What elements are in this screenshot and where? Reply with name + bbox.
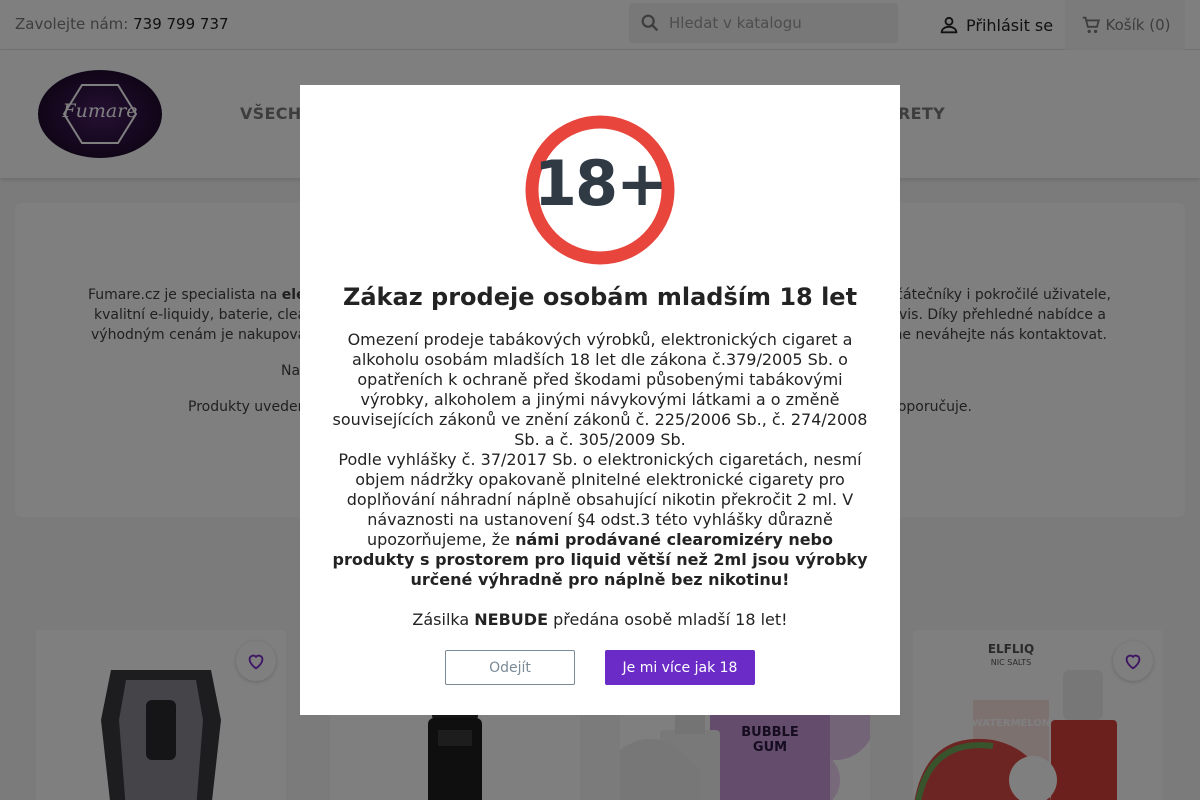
leave-button[interactable]: Odejít (445, 650, 575, 685)
modal-paragraph-shipping: Zásilka NEBUDE předána osobě mladší 18 l… (412, 610, 788, 629)
age-badge-text: 18+ (533, 147, 668, 220)
modal-title: Zákaz prodeje osobám mladším 18 let (342, 283, 858, 311)
modal-paragraph-tank: Podle vyhlášky č. 37/2017 Sb. o elektron… (332, 450, 868, 589)
age-verification-modal: 18+ Zákaz prodeje osobám mladším 18 let … (300, 85, 900, 715)
confirm-age-button[interactable]: Je mi více jak 18 (605, 650, 755, 685)
modal-paragraph-law: Omezení prodeje tabákových výrobků, elek… (332, 330, 868, 449)
